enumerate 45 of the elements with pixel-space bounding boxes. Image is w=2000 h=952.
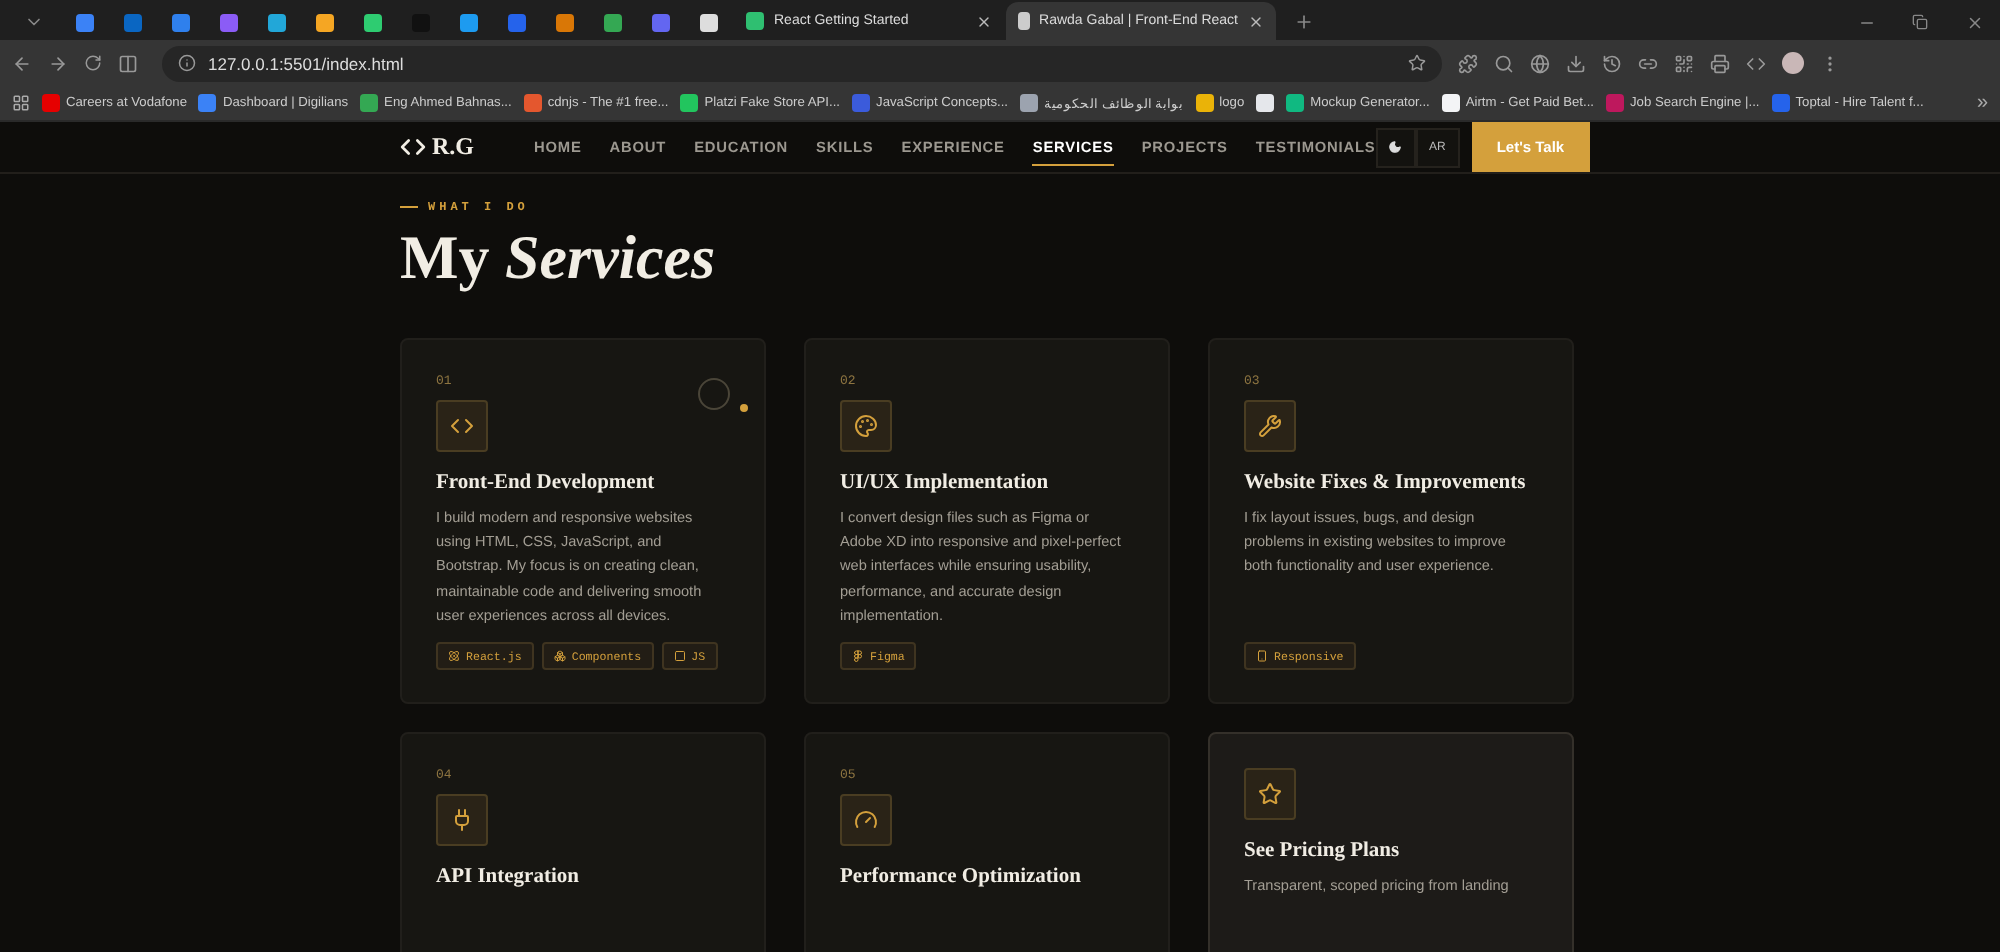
bookmark-star-icon[interactable] (1408, 54, 1426, 72)
atom-icon (448, 650, 460, 662)
code-icon (400, 134, 426, 160)
wrench-icon (1244, 400, 1296, 452)
search-icon[interactable] (1494, 53, 1514, 73)
bookmark-icon[interactable] (1256, 94, 1275, 112)
moon-icon (1388, 140, 1403, 154)
square-icon (673, 650, 686, 662)
download-icon[interactable] (1566, 53, 1586, 73)
card-title: Performance Optimization (840, 866, 1083, 888)
info-icon[interactable] (178, 54, 196, 72)
close-icon[interactable] (976, 13, 992, 29)
split-view-icon[interactable] (118, 53, 138, 73)
gauge-icon (840, 794, 892, 846)
back-icon[interactable] (12, 53, 32, 73)
palette-icon (840, 400, 892, 452)
logo[interactable]: R.G (400, 132, 474, 162)
card-title: API Integration (436, 866, 581, 888)
card-title: UI/UX Implementation (840, 472, 1051, 494)
card-title: See Pricing Plans (1244, 840, 1402, 862)
phone-icon (1256, 650, 1268, 662)
extensions-icon[interactable] (1458, 53, 1478, 73)
history-icon[interactable] (1602, 53, 1622, 73)
qr-code-icon[interactable] (1674, 53, 1694, 73)
more-bookmarks[interactable]: » (1976, 92, 1988, 114)
theme-toggle[interactable] (1375, 127, 1416, 167)
code-icon[interactable] (1746, 53, 1766, 73)
plug-icon (436, 794, 488, 846)
apps-icon[interactable] (12, 94, 30, 112)
close-icon[interactable] (1248, 13, 1264, 29)
boxes-icon (553, 650, 566, 662)
forward-icon[interactable] (48, 53, 68, 73)
address-bar[interactable]: 127.0.0.1:5501/index.html (162, 45, 1442, 81)
card-title: Website Fixes & Improvements (1244, 472, 1528, 494)
figma-icon (852, 650, 864, 662)
link-icon[interactable] (1638, 53, 1658, 73)
printer-icon[interactable] (1710, 53, 1730, 73)
section-heading: My Services (400, 222, 718, 294)
cursor-ring (698, 378, 730, 410)
reload-icon[interactable] (84, 54, 102, 72)
code-icon (436, 400, 488, 452)
cursor-dot (740, 404, 748, 412)
globe-icon[interactable] (1530, 53, 1550, 73)
avatar-icon[interactable] (1782, 52, 1804, 74)
card-title: Front-End Development (436, 472, 657, 494)
